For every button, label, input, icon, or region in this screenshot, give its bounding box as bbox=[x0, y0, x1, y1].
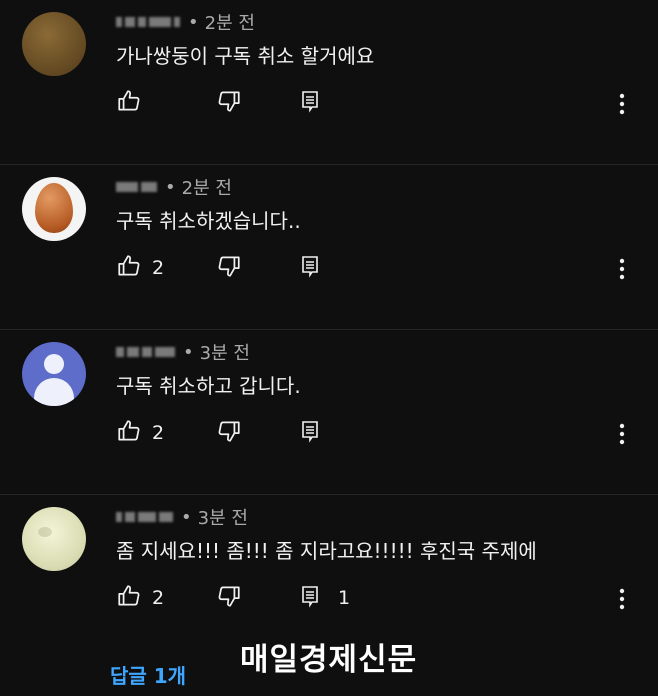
dislike-button[interactable] bbox=[216, 88, 242, 118]
more-options-button[interactable] bbox=[618, 257, 626, 285]
avatar[interactable] bbox=[22, 507, 86, 571]
comment-meta: • 3분 전 bbox=[116, 338, 250, 366]
dislike-button[interactable] bbox=[216, 418, 242, 448]
like-count: 2 bbox=[152, 257, 165, 279]
comment-time: 3분 전 bbox=[199, 343, 250, 364]
meta-separator: • bbox=[188, 11, 199, 33]
avatar[interactable] bbox=[22, 12, 86, 76]
thumb-up-icon bbox=[116, 418, 142, 448]
reply-button[interactable]: 1 bbox=[298, 583, 350, 613]
reply-icon bbox=[298, 418, 322, 448]
watermark: 매일경제신문 bbox=[240, 642, 418, 678]
reply-count: 1 bbox=[338, 587, 351, 609]
comment-actions bbox=[116, 88, 646, 122]
thumb-down-icon bbox=[216, 256, 242, 283]
like-count: 2 bbox=[152, 587, 165, 609]
comment: • 3분 전 구독 취소하고 갑니다. 2 bbox=[0, 330, 658, 495]
comment-time: 2분 전 bbox=[204, 13, 255, 34]
view-replies-link[interactable]: 답글 1개 bbox=[110, 660, 186, 689]
comment: • 2분 전 가나쌍둥이 구독 취소 할거에요 bbox=[0, 0, 658, 165]
comment-meta: • 2분 전 bbox=[116, 8, 255, 36]
thumb-up-icon bbox=[116, 253, 142, 283]
comment-time: 2분 전 bbox=[181, 178, 232, 199]
dislike-button[interactable] bbox=[216, 253, 242, 283]
meta-separator: • bbox=[181, 506, 192, 528]
reply-icon bbox=[298, 583, 322, 613]
author-name-blurred[interactable] bbox=[116, 182, 157, 192]
comment: • 2분 전 구독 취소하겠습니다.. 2 bbox=[0, 165, 658, 330]
reply-button[interactable] bbox=[298, 418, 338, 448]
more-vertical-icon bbox=[618, 588, 626, 615]
more-options-button[interactable] bbox=[618, 92, 626, 120]
comment-text: 가나쌍둥이 구독 취소 할거에요 bbox=[116, 44, 375, 68]
author-name-blurred[interactable] bbox=[116, 17, 180, 27]
like-button[interactable]: 2 bbox=[116, 418, 164, 448]
comment-text: 좀 지세요!!! 좀!!! 좀 지라고요!!!!! 후진국 주제에 bbox=[116, 539, 537, 563]
more-vertical-icon bbox=[618, 423, 626, 450]
like-button[interactable] bbox=[116, 88, 152, 118]
comment-text: 구독 취소하고 갑니다. bbox=[116, 374, 301, 398]
comment-actions: 2 1 bbox=[116, 583, 646, 617]
dislike-button[interactable] bbox=[216, 583, 242, 613]
thumb-down-icon bbox=[216, 91, 242, 118]
thumb-down-icon bbox=[216, 421, 242, 448]
comment-text: 구독 취소하겠습니다.. bbox=[116, 209, 301, 233]
meta-separator: • bbox=[165, 176, 176, 198]
more-options-button[interactable] bbox=[618, 587, 626, 615]
thumb-up-icon bbox=[116, 88, 142, 118]
reply-button[interactable] bbox=[298, 253, 338, 283]
comment-meta: • 2분 전 bbox=[116, 173, 232, 201]
reply-icon bbox=[298, 88, 322, 118]
comment-meta: • 3분 전 bbox=[116, 503, 248, 531]
thumb-down-icon bbox=[216, 586, 242, 613]
like-button[interactable]: 2 bbox=[116, 583, 164, 613]
like-button[interactable]: 2 bbox=[116, 253, 164, 283]
meta-separator: • bbox=[183, 341, 194, 363]
more-vertical-icon bbox=[618, 93, 626, 120]
thumb-up-icon bbox=[116, 583, 142, 613]
more-vertical-icon bbox=[618, 258, 626, 285]
comment-actions: 2 bbox=[116, 253, 646, 287]
comment-time: 3분 전 bbox=[197, 508, 248, 529]
more-options-button[interactable] bbox=[618, 422, 626, 450]
author-name-blurred[interactable] bbox=[116, 512, 173, 522]
avatar[interactable] bbox=[22, 177, 86, 241]
reply-button[interactable] bbox=[298, 88, 338, 118]
author-name-blurred[interactable] bbox=[116, 347, 175, 357]
reply-icon bbox=[298, 253, 322, 283]
comment-actions: 2 bbox=[116, 418, 646, 452]
avatar[interactable] bbox=[22, 342, 86, 406]
like-count: 2 bbox=[152, 422, 165, 444]
